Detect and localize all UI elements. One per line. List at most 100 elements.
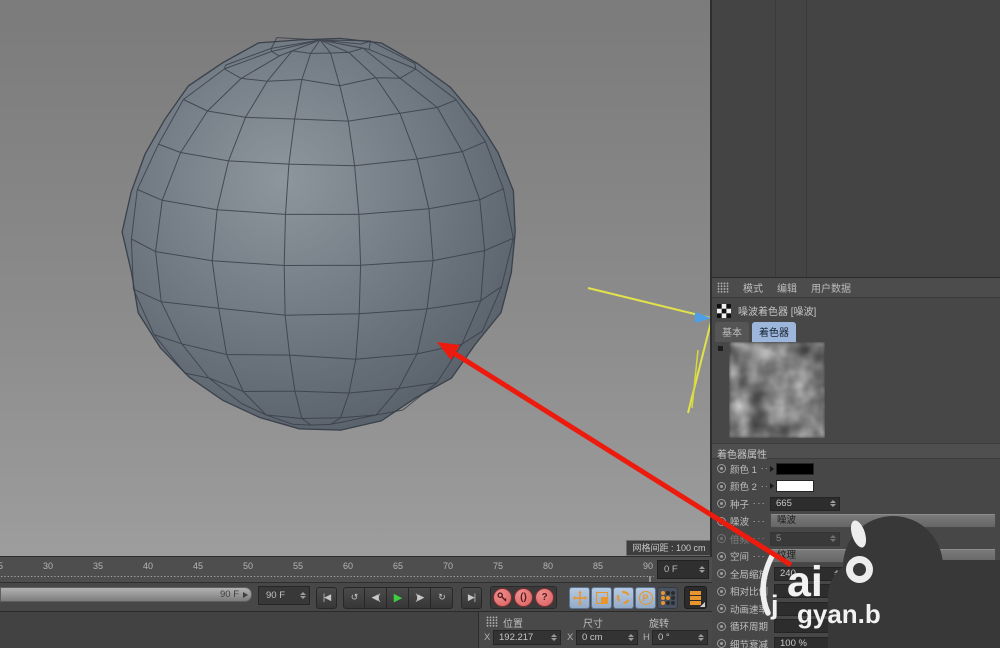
coord-header: 旋转 <box>649 619 669 630</box>
stepper-icon[interactable] <box>832 568 841 580</box>
dropdown-button[interactable]: 噪波 <box>770 514 996 529</box>
dotted-leader <box>752 519 767 523</box>
record-position-button[interactable] <box>569 586 590 609</box>
number-field[interactable] <box>774 584 845 599</box>
tab-基本[interactable]: 基本 <box>715 322 749 342</box>
property-row: 颜色 2 <box>712 478 1000 496</box>
keyframe-circle-icon[interactable] <box>717 499 726 509</box>
property-row: 颜色 1 <box>712 460 1000 478</box>
stepper-icon[interactable] <box>832 585 841 597</box>
record-parameter-button[interactable]: P <box>635 586 656 609</box>
number-field[interactable] <box>774 601 845 616</box>
key-icon <box>497 592 507 602</box>
color-swatch[interactable] <box>776 462 814 475</box>
property-row: 动画速率 <box>712 600 1000 618</box>
frame-tick-label: 25 <box>0 561 3 571</box>
frame-tick-label: 50 <box>242 561 254 571</box>
number-field[interactable]: 240 <box>774 566 845 581</box>
stepper-icon[interactable] <box>549 631 558 644</box>
stepper-icon[interactable] <box>697 561 706 578</box>
keyframe-circle-icon[interactable] <box>717 534 726 544</box>
record-pla-button[interactable] <box>657 586 678 609</box>
keyframe-circle-icon[interactable] <box>717 569 726 579</box>
menu-item-3[interactable]: 用户数据 <box>811 280 851 295</box>
panel-menubar: 模式 编辑 用户数据 <box>712 278 1000 298</box>
loop-forward-button[interactable]: ↻ <box>431 586 453 609</box>
stepper-icon[interactable] <box>832 603 841 615</box>
keyframe-circle-icon[interactable] <box>717 621 726 631</box>
number-field[interactable] <box>774 619 845 634</box>
stepper-icon[interactable] <box>696 631 705 644</box>
transport-controls: |◀ ↺ ◀(▶)▶ ↻ ▶| ()? P <box>316 586 707 609</box>
timeline-power-slider[interactable]: 90 F <box>0 587 252 602</box>
coord-value-field[interactable]: 192.217 cm <box>493 630 561 648</box>
property-label: 动画速率 <box>730 604 769 616</box>
menu-item-2[interactable]: 编辑 <box>777 280 797 295</box>
record-keyframe-button[interactable] <box>493 588 512 607</box>
record-rotation-button[interactable] <box>613 586 634 609</box>
tab-着色器[interactable]: 着色器 <box>752 322 796 342</box>
frame-ticks <box>0 575 654 578</box>
keyframe-circle-icon[interactable] <box>717 464 726 474</box>
dropdown-button[interactable]: 纹理 <box>770 549 996 564</box>
keyframe-circle-icon[interactable] <box>717 639 726 648</box>
current-frame-field[interactable]: 90 F <box>258 586 310 605</box>
frame-tick-label: 55 <box>292 561 304 571</box>
prev-key-button[interactable]: ◀( <box>365 586 387 609</box>
autokey-button[interactable]: () <box>514 588 533 607</box>
record-scale-button[interactable] <box>591 586 612 609</box>
frame-tick-label: 80 <box>542 561 554 571</box>
expand-arrow-icon[interactable] <box>770 465 774 472</box>
grid-spacing-label: 网格间距 : 100 cm <box>626 540 710 556</box>
keyframe-circle-icon[interactable] <box>717 604 726 614</box>
dotted-leader <box>752 502 767 506</box>
attribute-manager: 模式 编辑 用户数据 噪波着色器 [噪波] 基本 着色器 着色器属性 颜色 1 … <box>712 278 1000 648</box>
next-key-button[interactable]: )▶ <box>409 586 431 609</box>
menu-item-1[interactable]: 模式 <box>743 280 763 295</box>
goto-start-button[interactable]: |◀ <box>316 586 337 609</box>
keyframe-circle-icon[interactable] <box>717 586 726 596</box>
stepper-icon[interactable] <box>828 533 837 545</box>
loop-back-button[interactable]: ↺ <box>343 586 365 609</box>
keyframe-selection-button[interactable]: ? <box>535 588 554 607</box>
record-button-group: ()? <box>490 586 557 609</box>
parameter-icon: P <box>638 590 653 605</box>
preview-expander-icon[interactable] <box>718 346 723 351</box>
panel-grip-icon[interactable] <box>717 282 729 293</box>
number-field[interactable]: 100 % <box>774 636 845 648</box>
shader-properties-header: 着色器属性 <box>712 443 1000 461</box>
number-field[interactable]: 665 <box>770 496 840 511</box>
frame-tick-label: 75 <box>492 561 504 571</box>
stepper-icon[interactable] <box>626 631 635 644</box>
timeline-ruler[interactable]: 0 F 25 30 35 40 45 50 55 60 65 70 75 80 85 90 <box>0 556 712 582</box>
cinema4d-window: 网格间距 : 100 cm 模式 编辑 用户数据 噪波着色器 [噪波] 基本 着色器 <box>0 0 1000 648</box>
frame-tick-label: 65 <box>392 561 404 571</box>
property-row: 倍频 5 <box>712 530 1000 548</box>
frame-tick-label: 30 <box>42 561 54 571</box>
panel-grip-icon[interactable] <box>486 616 498 627</box>
coord-value-field[interactable]: 0 ° <box>652 630 708 645</box>
property-label: 空间 <box>730 552 750 564</box>
goto-end-button[interactable]: ▶| <box>461 586 482 609</box>
keyframe-circle-icon[interactable] <box>717 551 726 561</box>
stepper-icon[interactable] <box>832 638 841 648</box>
coord-value-field[interactable]: 0 cm <box>576 630 638 645</box>
viewport-3d[interactable]: 网格间距 : 100 cm <box>0 0 712 556</box>
stepper-icon[interactable] <box>832 620 841 632</box>
keyframe-circle-icon[interactable] <box>717 516 726 526</box>
property-label: 全局缩放 <box>730 569 769 581</box>
play-forward-button[interactable]: ▶ <box>387 586 409 609</box>
stepper-icon[interactable] <box>828 498 837 510</box>
timeline-mode-button[interactable] <box>684 586 707 609</box>
expand-arrow-icon[interactable] <box>770 483 774 490</box>
property-label: 颜色 2 <box>730 482 757 494</box>
number-field[interactable]: 5 <box>770 531 840 546</box>
range-end-field[interactable]: 0 F <box>657 560 709 579</box>
stepper-icon[interactable] <box>298 587 307 604</box>
keyframe-circle-icon[interactable] <box>717 481 726 491</box>
color-swatch[interactable] <box>776 480 814 493</box>
noise-preview[interactable] <box>729 342 825 438</box>
coord-header: 尺寸 <box>583 619 603 630</box>
property-row: 全局缩放 240 <box>712 565 1000 583</box>
timeline-lower-strip <box>0 611 478 648</box>
